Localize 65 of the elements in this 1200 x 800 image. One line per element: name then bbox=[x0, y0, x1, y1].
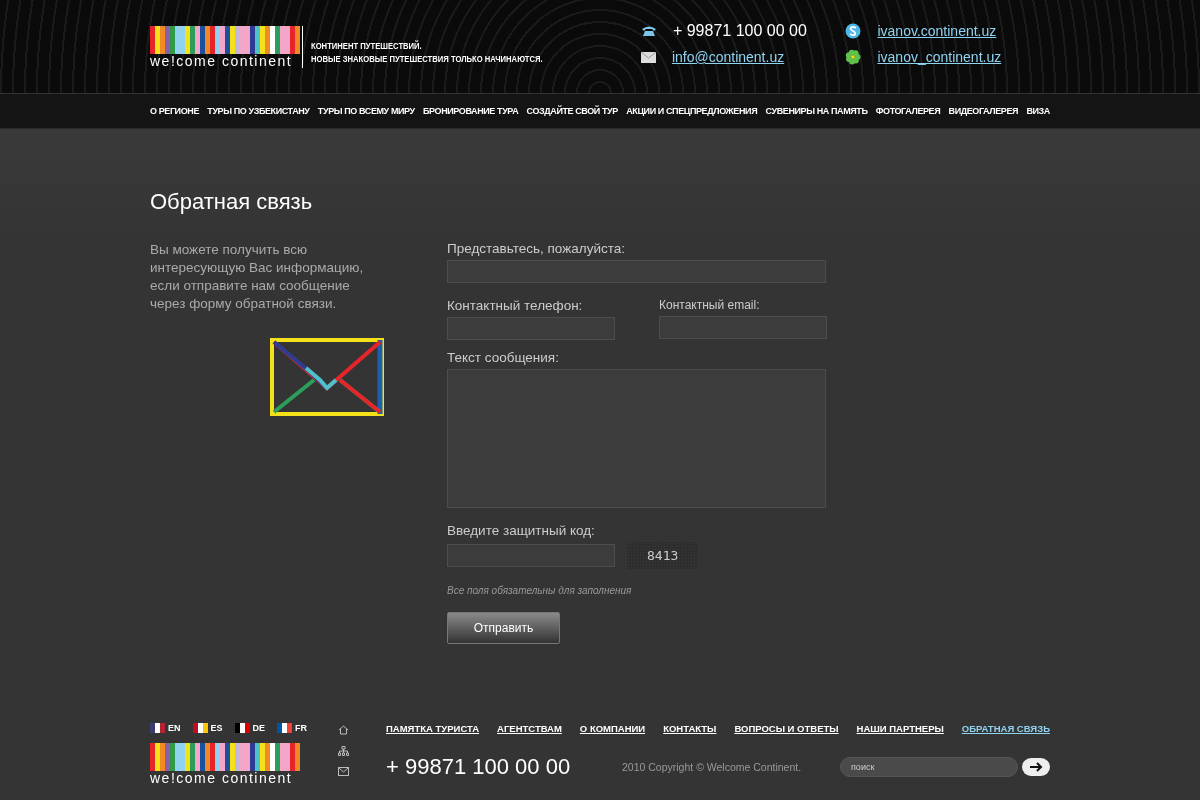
name-input[interactable] bbox=[447, 260, 826, 283]
language-link[interactable]: DE bbox=[252, 723, 266, 733]
flag-icon[interactable] bbox=[192, 723, 208, 733]
field-label: Контактный телефон: bbox=[447, 298, 584, 313]
flag-icon[interactable] bbox=[150, 723, 165, 733]
footer-link[interactable]: ОБРАТНАЯ СВЯЗЬ bbox=[961, 723, 1050, 734]
stripes-logo-icon bbox=[150, 743, 300, 771]
submit-button[interactable]: Отправить bbox=[447, 612, 560, 644]
logo[interactable]: we!come continent bbox=[150, 26, 303, 68]
page-title: Обратная связь bbox=[150, 188, 314, 216]
footer-link[interactable]: ВОПРОСЫ И ОТВЕТЫ bbox=[734, 723, 839, 734]
footer-link[interactable]: ПАМЯТКА ТУРИСТА bbox=[386, 723, 480, 734]
flag-icon[interactable] bbox=[234, 723, 250, 733]
footer-link[interactable]: НАШИ ПАРТНЕРЫ bbox=[856, 723, 944, 734]
search-field[interactable]: поиск bbox=[840, 757, 1018, 777]
field-label: Представьтесь, пожалуйста: bbox=[447, 241, 626, 256]
home-icon[interactable] bbox=[338, 725, 349, 735]
logo-text: we!come continent bbox=[150, 771, 294, 785]
language-link[interactable]: ES bbox=[210, 723, 223, 733]
flower-icon bbox=[845, 49, 862, 65]
phone-number: + 99871 100 00 00 bbox=[672, 22, 807, 40]
required-note: Все поля обязательны для заполнения bbox=[447, 585, 633, 596]
logo[interactable]: we!come continent bbox=[150, 743, 302, 785]
nav-link[interactable]: ВИЗА bbox=[1026, 106, 1050, 116]
language-link[interactable]: EN bbox=[168, 723, 181, 733]
envelope-icon[interactable] bbox=[338, 767, 349, 776]
captcha-image: 8413 bbox=[627, 542, 699, 569]
footer-link[interactable]: О КОМПАНИИ bbox=[579, 723, 646, 734]
email-input[interactable] bbox=[659, 316, 827, 339]
field-label: Текст сообщения: bbox=[447, 350, 560, 365]
language-link[interactable]: FR bbox=[295, 723, 308, 733]
sitemap-icon[interactable] bbox=[338, 746, 349, 756]
flag-icon[interactable] bbox=[277, 723, 293, 733]
stripes-logo-icon bbox=[150, 26, 300, 54]
phone-input[interactable] bbox=[447, 317, 615, 340]
tagline: КОНТИНЕНТ ПУТЕШЕСТВИЙ. bbox=[311, 40, 423, 53]
intro-text: Вы можете получить всю интересующую Вас информацию, если отправите нам сообщение через форму обратной связи. bbox=[150, 241, 365, 313]
field-label: Контактный email: bbox=[659, 298, 761, 312]
phone-number: + 99871 100 00 00 bbox=[386, 754, 572, 780]
nav-link[interactable]: АКЦИИ И СПЕЦПРЕДЛОЖЕНИЯ bbox=[626, 106, 758, 116]
nav-link[interactable]: БРОНИРОВАНИЕ ТУРА bbox=[423, 106, 519, 116]
search-button[interactable] bbox=[1022, 758, 1050, 776]
nav-link[interactable]: ФОТОГАЛЕРЕЯ bbox=[875, 106, 941, 116]
nav-link[interactable]: ВИДЕОГАЛЕРЕЯ bbox=[948, 106, 1019, 116]
skype-link[interactable]: ivanov.continent.uz bbox=[877, 23, 997, 39]
arrow-icon bbox=[1029, 762, 1043, 772]
footer-link[interactable]: АГЕНТСТВАМ bbox=[497, 723, 562, 734]
nav-link[interactable]: ТУРЫ ПО ВСЕМУ МИРУ bbox=[317, 106, 415, 116]
nav-link[interactable]: СОЗДАЙТЕ СВОЙ ТУР bbox=[526, 106, 618, 116]
icq-link[interactable]: ivanov_continent.uz bbox=[877, 49, 1002, 65]
envelope-icon bbox=[270, 338, 384, 416]
message-input[interactable] bbox=[447, 369, 826, 508]
footer-link[interactable]: КОНТАКТЫ bbox=[663, 723, 717, 734]
field-label: Введите защитный код: bbox=[447, 523, 596, 538]
email-link[interactable]: info@continent.uz bbox=[671, 49, 785, 65]
envelope-icon bbox=[640, 51, 656, 63]
copyright-text: 2010 Copyright © Welcome Continent. bbox=[622, 761, 803, 773]
telephone-icon bbox=[640, 25, 657, 37]
nav-link[interactable]: О РЕГИОНЕ bbox=[150, 106, 199, 116]
captcha-input[interactable] bbox=[447, 544, 615, 567]
nav-link[interactable]: ТУРЫ ПО УЗБЕКИСТАНУ bbox=[207, 106, 310, 116]
tagline: НОВЫЕ ЗНАКОВЫЕ ПУТЕШЕСТВИЯ ТОЛЬКО НАЧИНАЮТСЯ. bbox=[311, 53, 543, 66]
skype-icon bbox=[845, 23, 862, 39]
logo-text: we!come continent bbox=[150, 54, 294, 68]
nav-link[interactable]: СУВЕНИРЫ НА ПАМЯТЬ bbox=[765, 106, 868, 116]
